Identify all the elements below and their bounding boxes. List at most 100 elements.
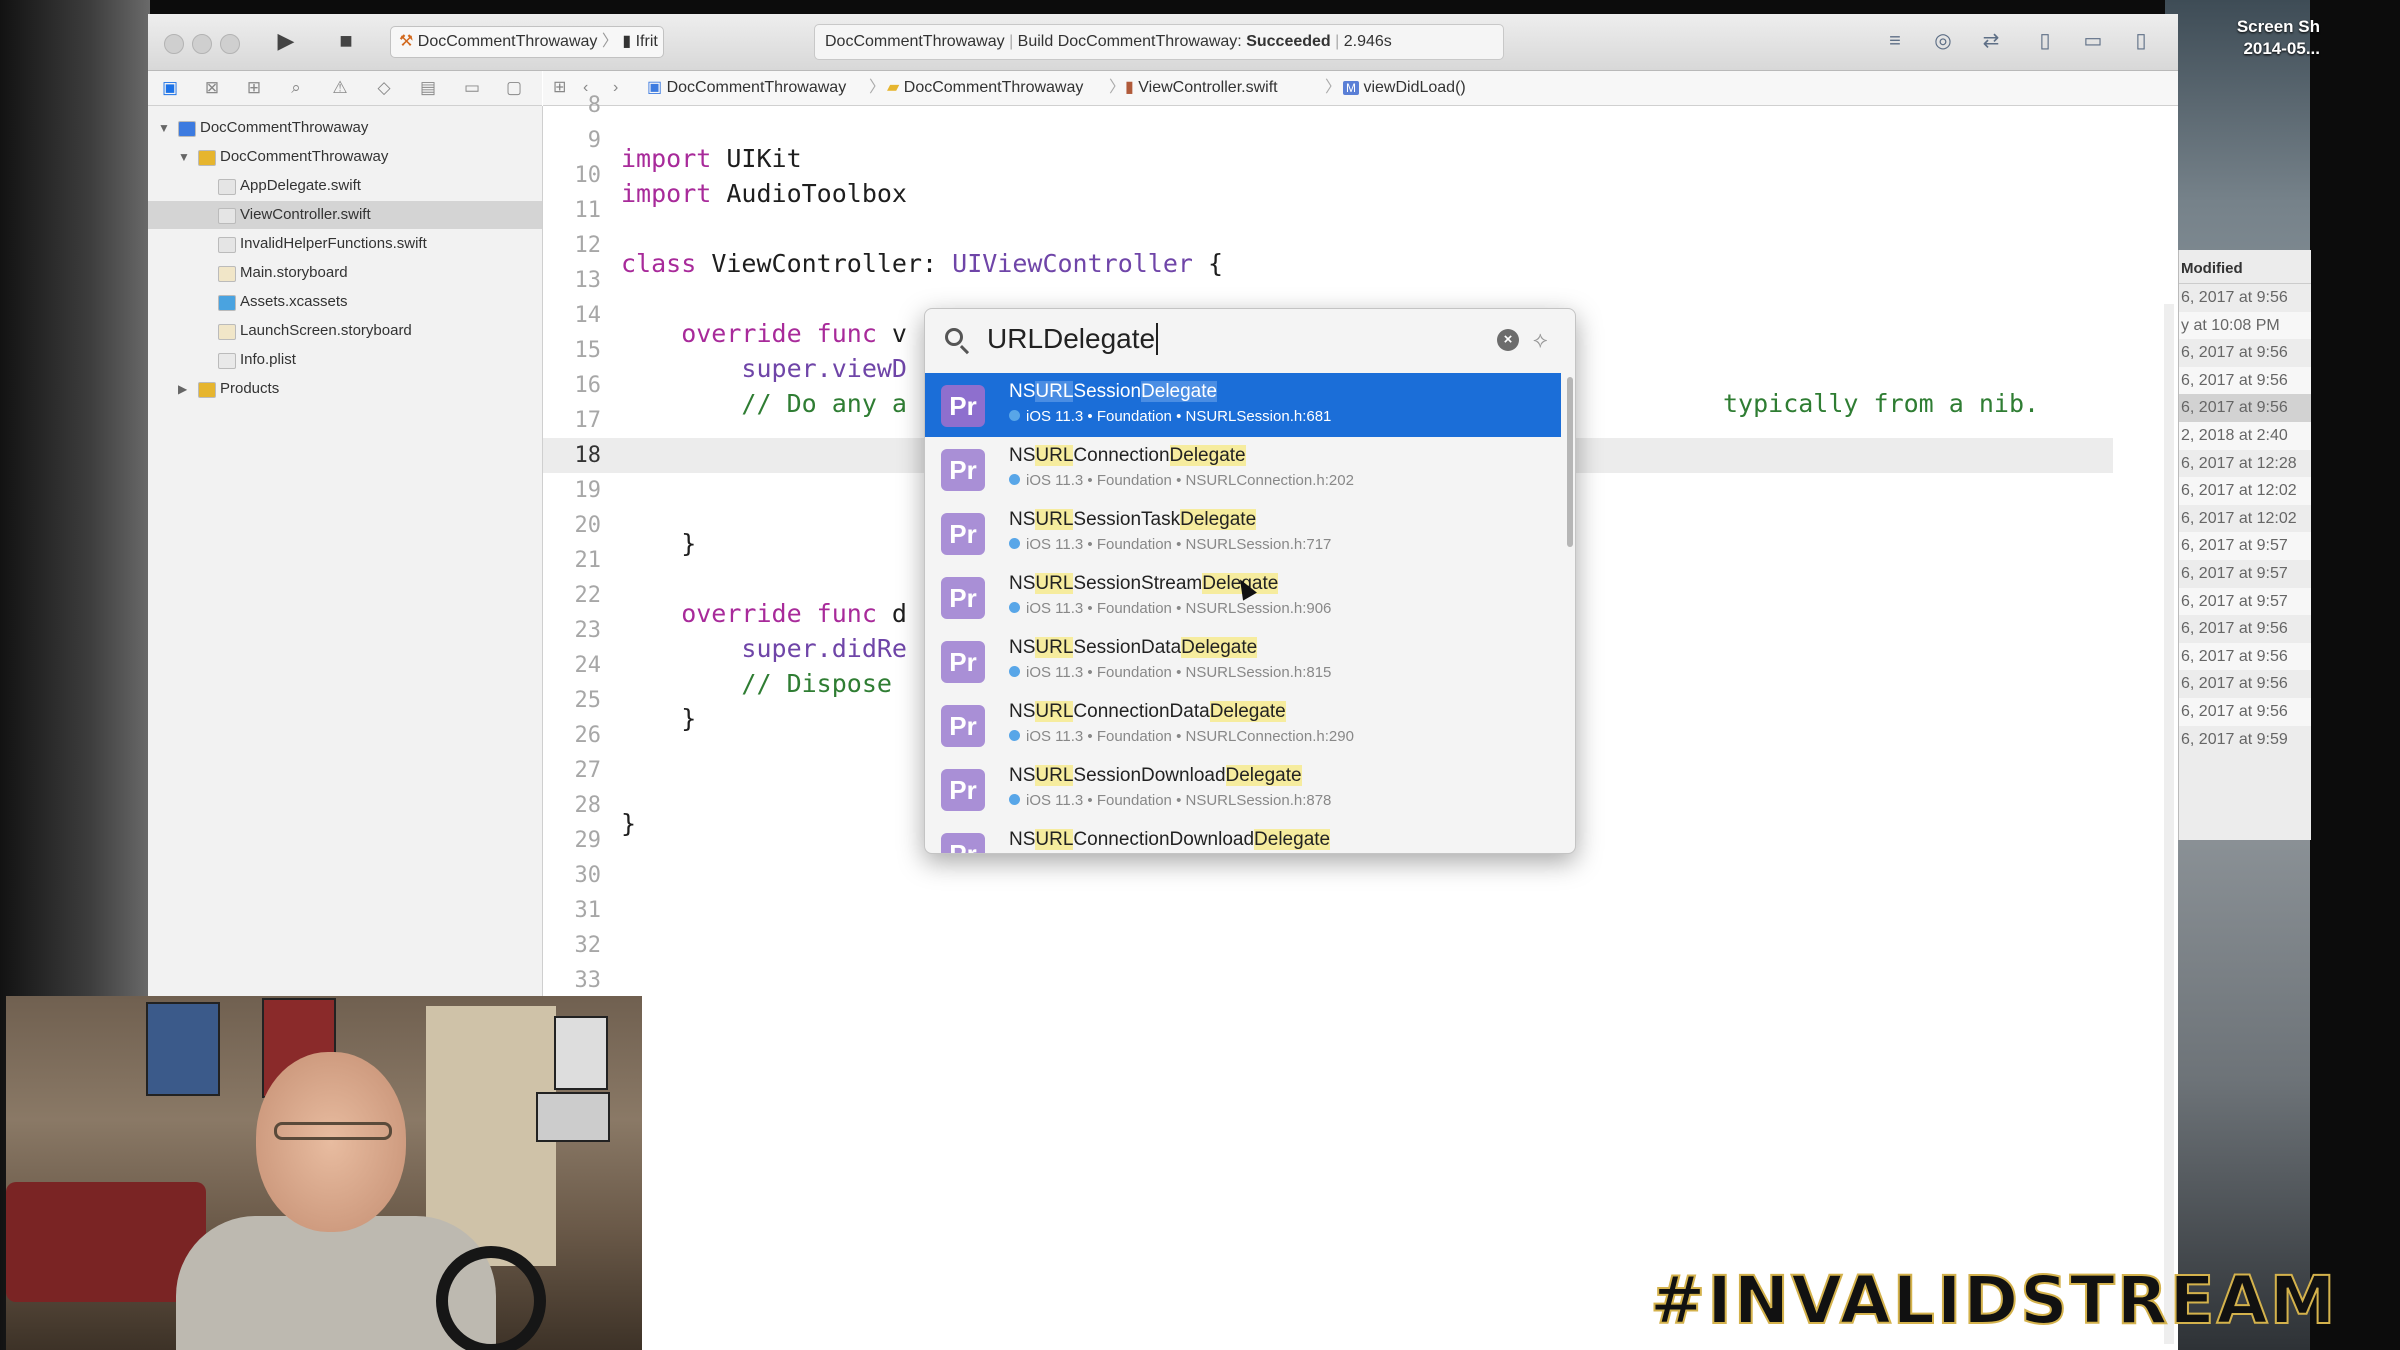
editor-scrollbar[interactable] [2164, 304, 2174, 1344]
symbol-icon[interactable]: ⊞ [242, 77, 266, 99]
finder-row[interactable]: 6, 2017 at 9:56 [2179, 697, 2311, 726]
version-editor-button[interactable]: ⇄ [1970, 26, 2012, 56]
finder-row[interactable]: 6, 2017 at 9:56 [2179, 394, 2311, 422]
line-number: 33 [574, 968, 602, 993]
navigator-item[interactable]: LaunchScreen.storyboard [148, 317, 542, 345]
stop-button[interactable]: ■ [326, 26, 366, 56]
warning-icon[interactable]: ⚠ [328, 77, 352, 99]
open-quickly-result[interactable]: Pr NSURLSessionDataDelegate iOS 11.3 • Fou… [925, 629, 1561, 693]
search-icon[interactable]: ⌕ [284, 77, 308, 99]
report-icon[interactable]: ▢ [502, 77, 526, 99]
minimize-window-button[interactable] [192, 34, 212, 54]
scheme-selector[interactable]: ⚒ DocCommentThrowaway 〉 ▮ Ifrit [390, 26, 664, 58]
debug-icon[interactable]: ▤ [416, 77, 440, 99]
search-icon [945, 328, 963, 346]
code-line-22: override func d [621, 599, 907, 628]
protocol-icon: Pr [941, 833, 985, 853]
activity-build-status: Succeeded [1246, 33, 1331, 50]
editor-line: 33 [543, 963, 2113, 998]
activity-project: DocCommentThrowaway [825, 33, 1005, 50]
toggle-utilities-button[interactable]: ▯ [2120, 26, 2162, 56]
navigator-item[interactable]: ▼ DocCommentThrowaway [148, 143, 542, 171]
toggle-navigator-button[interactable]: ▯ [2024, 26, 2066, 56]
open-quickly-result[interactable]: Pr NSURLConnectionDelegate iOS 11.3 • Foun… [925, 437, 1561, 501]
rings-icon: ◎ [1934, 30, 1952, 52]
folder-file-icon [198, 382, 216, 398]
finder-row[interactable]: 6, 2017 at 12:02 [2179, 477, 2311, 505]
disclosure-expanded-icon[interactable]: ▼ [158, 114, 170, 142]
results-scrollbar[interactable] [1567, 377, 1573, 547]
navigator-item-label: DocCommentThrowaway [220, 148, 389, 165]
line-number: 31 [574, 898, 602, 923]
finder-row[interactable]: 6, 2017 at 9:56 [2179, 339, 2311, 367]
toggle-debug-area-button[interactable]: ▭ [2072, 26, 2114, 56]
finder-row[interactable]: 6, 2017 at 9:56 [2179, 670, 2311, 698]
finder-row[interactable]: y at 10:08 PM [2179, 311, 2311, 340]
toolbar: ▶ ■ ⚒ DocCommentThrowaway 〉 ▮ Ifrit DocC… [148, 14, 2178, 71]
arrows-icon: ⇄ [1982, 30, 2000, 52]
run-button[interactable]: ▶ [266, 26, 306, 56]
code-line-10: import AudioToolbox [621, 179, 907, 208]
finder-row[interactable]: 6, 2017 at 9:59 [2179, 726, 2311, 754]
result-symbol-name: NSURLSessionDownloadDelegate [1009, 765, 1302, 786]
navigator-item[interactable]: ▶ Products [148, 375, 542, 403]
finder-row[interactable]: 6, 2017 at 9:56 [2179, 642, 2311, 671]
open-quickly-search-row: URLDelegate × ⟡ [925, 309, 1575, 371]
result-symbol-name: NSURLSessionTaskDelegate [1009, 509, 1257, 530]
folder-icon[interactable]: ▣ [158, 77, 182, 99]
result-location: iOS 11.3 • Foundation • NSURLSession.h:8… [1009, 664, 1331, 681]
protocol-icon: Pr [941, 641, 985, 683]
finder-row[interactable]: 6, 2017 at 9:57 [2179, 560, 2311, 588]
code-line-9: import UIKit [621, 144, 802, 173]
desktop-file-label[interactable]: Screen Sh 2014-05... [2180, 16, 2320, 60]
disclosure-expanded-icon[interactable]: ▼ [178, 143, 190, 171]
lines-icon: ≡ [1889, 30, 1901, 52]
open-quickly-result[interactable]: Pr NSURLSessionDelegate iOS 11.3 • Foundat… [925, 373, 1561, 437]
finder-row[interactable]: 6, 2017 at 9:57 [2179, 532, 2311, 560]
line-number: 9 [587, 128, 601, 153]
test-icon[interactable]: ◇ [372, 77, 396, 99]
open-quickly-result[interactable]: Pr NSURLConnectionDataDelegate iOS 11.3 • … [925, 693, 1561, 757]
finder-row[interactable]: 6, 2017 at 9:56 [2179, 366, 2311, 395]
navigator-item[interactable]: Assets.xcassets [148, 288, 542, 316]
finder-column-header[interactable]: Modified [2179, 250, 2311, 284]
play-icon: ▶ [277, 28, 295, 53]
finder-row[interactable]: 6, 2017 at 9:56 [2179, 615, 2311, 643]
sdk-globe-icon [1009, 538, 1020, 549]
finder-row[interactable]: 2, 2018 at 2:40 [2179, 421, 2311, 450]
open-quickly-result[interactable]: Pr NSURLSessionTaskDelegate iOS 11.3 • Fou… [925, 501, 1561, 565]
zoom-window-button[interactable] [220, 34, 240, 54]
breakpoint-icon[interactable]: ▭ [460, 77, 484, 99]
navigator-item[interactable]: InvalidHelperFunctions.swift [148, 230, 542, 258]
disclosure-collapsed-icon[interactable]: ▶ [178, 375, 187, 403]
result-symbol-name: NSURLSessionDataDelegate [1009, 637, 1258, 658]
navigator-item[interactable]: Info.plist [148, 346, 542, 374]
assistant-editor-button[interactable]: ◎ [1922, 26, 1964, 56]
project-file-icon [178, 121, 196, 137]
code-line-14: override func v [621, 319, 907, 348]
finder-row[interactable]: 6, 2017 at 12:28 [2179, 450, 2311, 478]
navigator-item[interactable]: ▼ DocCommentThrowaway [148, 114, 542, 142]
navigator-item-label: InvalidHelperFunctions.swift [240, 235, 427, 252]
line-number: 26 [574, 723, 602, 748]
navigator-item[interactable]: Main.storyboard [148, 259, 542, 287]
clear-search-icon[interactable]: × [1497, 329, 1519, 351]
close-window-button[interactable] [164, 34, 184, 54]
line-number: 12 [574, 233, 602, 258]
open-quickly-result[interactable]: Pr NSURLSessionDownloadDelegate iOS 11.3 •… [925, 757, 1561, 821]
finder-window-fragment: Modified 6, 2017 at 9:56 y at 10:08 PM 6, … [2178, 250, 2311, 840]
protocol-icon: Pr [941, 513, 985, 555]
navigator-selector-bar: ▣ ⊠ ⊞ ⌕ ⚠ ◇ ▤ ▭ ▢ [148, 71, 542, 106]
open-quickly-result[interactable]: Pr NSURLConnectionDownloadDelegate [925, 821, 1561, 853]
navigator-item[interactable]: ViewController.swift [148, 201, 542, 229]
finder-row[interactable]: 6, 2017 at 12:02 [2179, 505, 2311, 533]
assets-file-icon [218, 295, 236, 311]
navigator-item[interactable]: AppDelegate.swift [148, 172, 542, 200]
finder-row[interactable]: 6, 2017 at 9:56 [2179, 284, 2311, 312]
finder-row[interactable]: 6, 2017 at 9:57 [2179, 587, 2311, 616]
navigator-item-label: Main.storyboard [240, 264, 348, 281]
standard-editor-button[interactable]: ≡ [1874, 26, 1916, 56]
open-quickly-search-input[interactable]: URLDelegate [987, 323, 1159, 355]
webcam-poster [554, 1016, 608, 1090]
source-control-icon[interactable]: ⊠ [200, 77, 224, 99]
